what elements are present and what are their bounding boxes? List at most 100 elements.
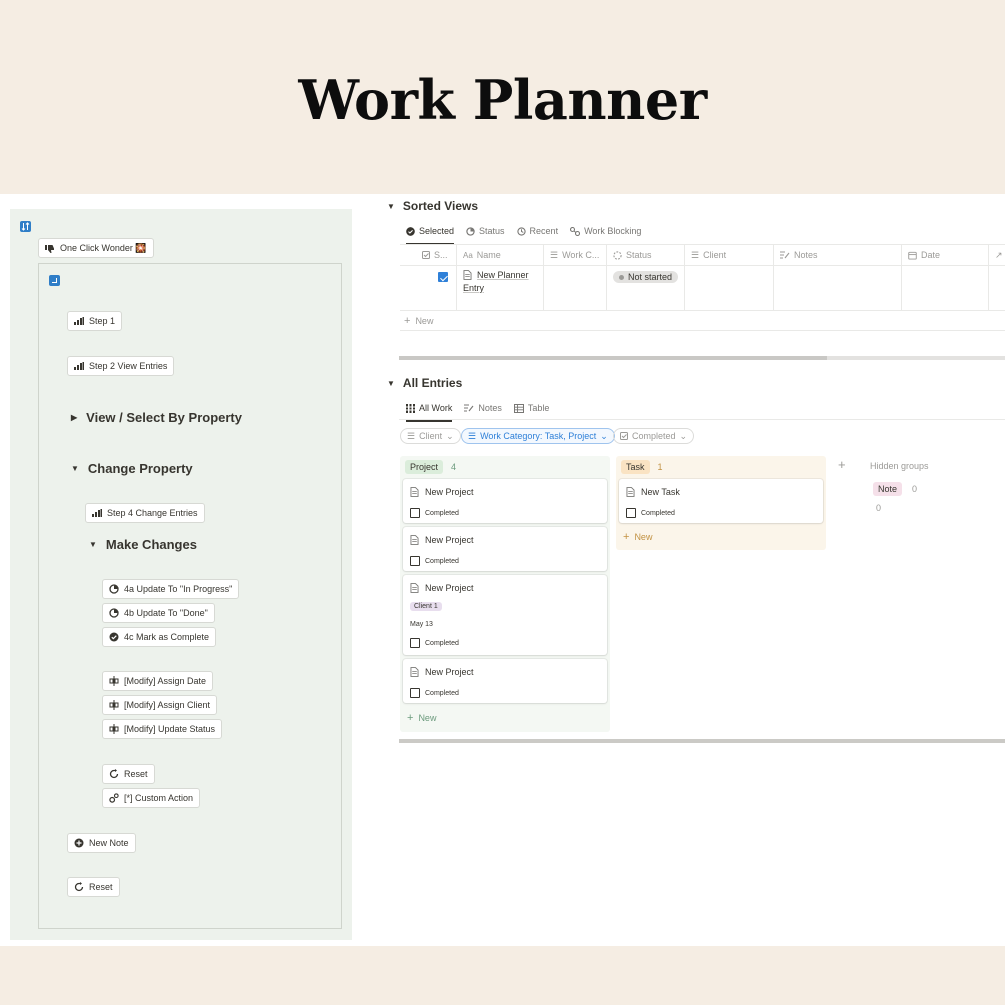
clock-icon [516, 226, 526, 236]
project-card[interactable]: New Project Completed [403, 659, 607, 703]
column-header-name[interactable]: Aa Name [457, 245, 544, 265]
table-row[interactable]: New Planner Entry Not started [400, 266, 1005, 311]
reset-all-button[interactable]: Reset [67, 877, 120, 897]
column-header-date[interactable]: Date [902, 245, 989, 265]
change-property-toggle[interactable]: ▼ Change Property [71, 461, 193, 476]
column-header-client[interactable]: ☰ Client [685, 245, 774, 265]
tab-selected-label: Selected [419, 226, 455, 236]
new-note-button[interactable]: New Note [67, 833, 136, 853]
add-row[interactable]: + New [400, 311, 1005, 331]
add-group-plus-icon[interactable]: + [838, 457, 846, 472]
update-status-button[interactable]: [Modify] Update Status [102, 719, 223, 739]
board-column-project: Project 4 New Project Completed New Proj… [400, 456, 610, 732]
reset-button[interactable]: Reset [102, 764, 155, 784]
inner-callout: Step 1 Step 2 View Entries ▶ View / Sele… [38, 263, 342, 929]
column-notes-label: Notes [794, 250, 818, 260]
split-icon [109, 676, 119, 686]
completed-checkbox[interactable] [410, 688, 420, 698]
sorted-views-toggle[interactable]: ▼ Sorted Views [387, 199, 478, 213]
entry-name-line2: Entry [463, 283, 485, 293]
filter-work-category[interactable]: ☰ Work Category: Task, Project ⌄ [461, 428, 615, 444]
tab-all-work[interactable]: All Work [406, 397, 453, 422]
one-click-wonder-button[interactable]: One Click Wonder 🎇 [38, 238, 154, 258]
project-card[interactable]: New Project Completed [403, 527, 607, 571]
status-badge: Not started [613, 271, 679, 283]
column-header-selected[interactable]: S... [400, 245, 457, 265]
row-work-category-cell[interactable] [544, 266, 607, 310]
row-status-cell[interactable]: Not started [607, 266, 685, 310]
progress-circle-icon [109, 608, 119, 618]
completed-label: Completed [425, 509, 459, 517]
all-entries-toggle[interactable]: ▼ All Entries [387, 376, 462, 390]
mark-complete-button[interactable]: 4c Mark as Complete [102, 627, 217, 647]
page-icon [410, 667, 419, 677]
column-header-notes[interactable]: Notes [774, 245, 902, 265]
completed-checkbox[interactable] [410, 508, 420, 518]
view-select-toggle[interactable]: ▶ View / Select By Property [71, 410, 242, 425]
signal-bars-icon [92, 509, 102, 517]
tab-status[interactable]: Status [466, 220, 505, 242]
filter-completed[interactable]: Completed ⌄ [613, 428, 695, 444]
progress-circle-icon [466, 226, 475, 236]
page-icon [463, 270, 472, 280]
status-dot-icon [619, 274, 624, 280]
hidden-group-note[interactable]: Note 0 [873, 482, 917, 496]
notes-relation-icon [464, 404, 474, 412]
card-title: New Task [641, 487, 680, 497]
project-card[interactable]: New Project Completed [403, 479, 607, 523]
page-icon [410, 583, 419, 593]
filter-client[interactable]: ☰ Client ⌄ [400, 428, 461, 444]
row-selected-cell[interactable] [400, 266, 457, 310]
update-in-progress-button[interactable]: 4a Update To "In Progress" [102, 579, 240, 599]
selected-checkbox[interactable] [438, 272, 448, 282]
tab-recent[interactable]: Recent [516, 220, 558, 242]
update-done-button[interactable]: 4b Update To "Done" [102, 603, 215, 623]
list-icon: ☰ [407, 430, 416, 441]
step4-button[interactable]: Step 4 Change Entries [85, 503, 205, 523]
tab-status-label: Status [479, 226, 505, 236]
link-icon [570, 226, 581, 236]
completed-checkbox[interactable] [410, 638, 420, 648]
assign-date-button[interactable]: [Modify] Assign Date [102, 671, 214, 691]
tab-table[interactable]: Table [513, 397, 549, 419]
step2-button[interactable]: Step 2 View Entries [67, 356, 175, 376]
column-header-work-category[interactable]: ☰ Work C... [544, 245, 607, 265]
row-client-cell[interactable] [685, 266, 774, 310]
card-title: New Project [425, 535, 474, 545]
custom-action-button[interactable]: [*] Custom Action [102, 788, 201, 808]
column-date-label: Date [921, 250, 941, 260]
progress-circle-icon [109, 584, 119, 594]
column-selected-label: S... [434, 250, 448, 260]
tab-notes[interactable]: Notes [464, 397, 502, 419]
tabs-divider [399, 419, 1005, 420]
tab-work-blocking-label: Work Blocking [584, 226, 642, 236]
new-task-button[interactable]: + New [623, 531, 652, 543]
tab-work-blocking[interactable]: Work Blocking [570, 220, 641, 242]
horizontal-scrollbar[interactable] [399, 356, 1005, 360]
page-icon [410, 487, 419, 497]
row-name-cell[interactable]: New Planner Entry [457, 266, 544, 310]
mark-complete-label: 4c Mark as Complete [124, 632, 210, 642]
tab-selected[interactable]: Selected [406, 220, 455, 245]
column-header-status[interactable]: Status [607, 245, 685, 265]
button-panel: One Click Wonder 🎇 Step 1 Step 2 View En… [10, 209, 352, 940]
hidden-extra-count: 0 [876, 503, 882, 513]
new-row-label: New [415, 315, 434, 326]
task-column-header[interactable]: Task 1 [621, 460, 663, 474]
column-work-category-label: Work C... [562, 250, 600, 260]
board-scrollbar[interactable] [399, 739, 1005, 743]
project-card[interactable]: New Project Client 1 May 13 Completed [403, 575, 607, 655]
hidden-groups-label: Hidden groups [870, 461, 929, 471]
row-date-cell[interactable] [902, 266, 989, 310]
task-card[interactable]: New Task Completed [619, 479, 823, 523]
completed-label: Completed [425, 689, 459, 697]
step1-button[interactable]: Step 1 [67, 311, 123, 331]
completed-checkbox[interactable] [626, 508, 636, 518]
completed-checkbox[interactable] [410, 556, 420, 566]
new-project-button[interactable]: + New [407, 712, 436, 724]
make-changes-toggle[interactable]: ▼ Make Changes [89, 537, 197, 552]
assign-client-button[interactable]: [Modify] Assign Client [102, 695, 218, 715]
expand-arrow-icon[interactable]: ↗ [989, 245, 1005, 265]
row-notes-cell[interactable] [774, 266, 902, 310]
project-column-header[interactable]: Project 4 [405, 460, 456, 474]
